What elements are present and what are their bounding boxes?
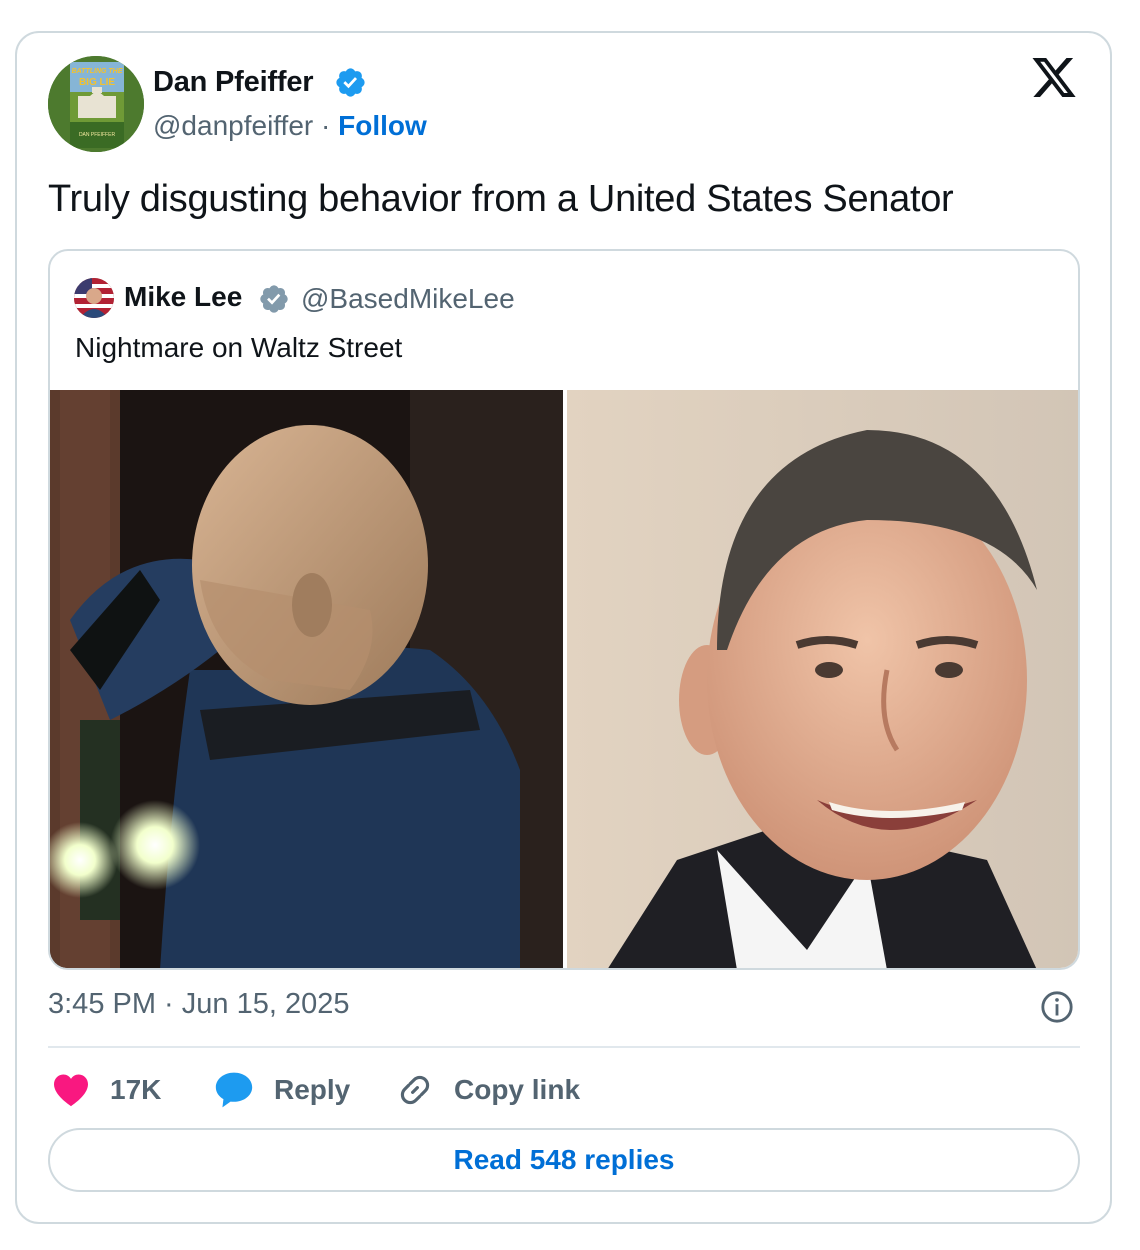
author-handle-line: @danpfeiffer · Follow — [153, 110, 427, 142]
handle-separator: · — [313, 110, 339, 141]
quoted-tweet[interactable]: Mike Lee @BasedMikeLee Nightmare on Walt… — [48, 249, 1080, 970]
reply-bubble-icon — [215, 1072, 253, 1108]
svg-text:BATTLING THE: BATTLING THE — [72, 68, 123, 75]
author-name[interactable]: Dan Pfeiffer — [153, 66, 314, 99]
copy-link-label: Copy link — [454, 1074, 581, 1105]
quoted-image-portrait[interactable] — [567, 390, 1078, 968]
like-button[interactable]: 17K — [52, 1068, 161, 1112]
author-handle[interactable]: @danpfeiffer — [153, 110, 313, 141]
link-icon — [400, 1075, 430, 1105]
tweet-text: Truly disgusting behavior from a United … — [48, 178, 954, 220]
quoted-image-masked-figure[interactable] — [50, 390, 563, 968]
x-logo-icon[interactable] — [1030, 58, 1078, 102]
svg-text:BIG LIE: BIG LIE — [79, 77, 115, 88]
quoted-author-name[interactable]: Mike Lee — [124, 281, 242, 313]
quoted-author-handle[interactable]: @BasedMikeLee — [301, 283, 515, 315]
info-icon[interactable] — [1040, 990, 1074, 1024]
quoted-tweet-text: Nightmare on Waltz Street — [75, 332, 403, 363]
tweet-timestamp[interactable]: 3:45 PM · Jun 15, 2025 — [48, 988, 349, 1021]
quoted-author-avatar[interactable] — [74, 278, 114, 318]
read-replies-button[interactable]: Read 548 replies — [48, 1128, 1080, 1192]
author-avatar[interactable]: BATTLING THE BIG LIE DAN PFEIFFER — [48, 56, 144, 152]
verified-badge-icon — [260, 285, 288, 313]
reply-button[interactable]: Reply — [214, 1068, 350, 1112]
verified-badge-icon — [336, 68, 365, 97]
svg-text:DAN PFEIFFER: DAN PFEIFFER — [79, 132, 116, 138]
heart-icon — [54, 1074, 88, 1107]
follow-button[interactable]: Follow — [338, 110, 427, 141]
reply-label: Reply — [274, 1074, 351, 1105]
copy-link-button[interactable]: Copy link — [396, 1068, 580, 1112]
like-count: 17K — [110, 1074, 162, 1105]
action-divider — [48, 1046, 1080, 1048]
